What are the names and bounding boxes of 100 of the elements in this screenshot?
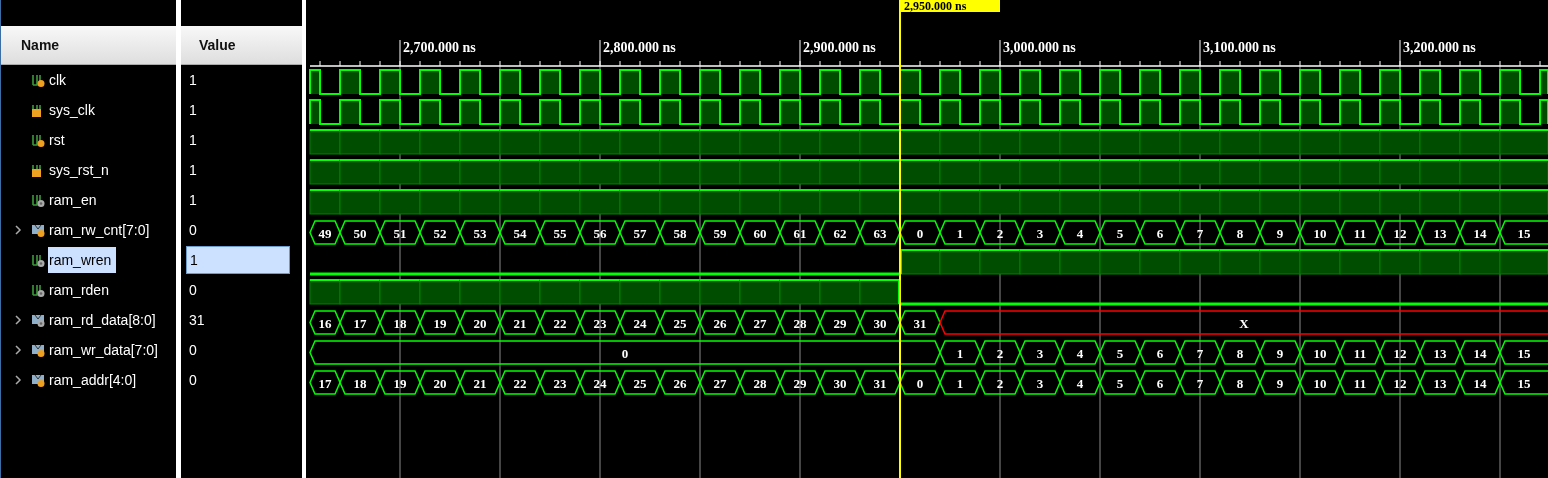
bus-segment	[1019, 340, 1061, 365]
signal-name[interactable]: clk	[48, 67, 72, 93]
bus-value: 1	[956, 225, 964, 241]
signal-value[interactable]: 1	[186, 156, 290, 184]
bus-segment	[459, 220, 501, 245]
bus-value: 18	[393, 315, 407, 331]
bus-segment	[1179, 220, 1221, 245]
time-label: 3,200.000 ns	[1403, 40, 1476, 55]
bus-value: 21	[513, 315, 527, 331]
bus-segment	[699, 310, 741, 335]
bus-value: 30	[833, 375, 847, 391]
signal-value[interactable]: 31	[186, 306, 290, 334]
bus-value: 9	[1276, 375, 1284, 391]
bus-segment	[659, 370, 701, 395]
signal-name[interactable]: ram_addr[4:0]	[48, 367, 142, 393]
bus-segment	[1299, 340, 1341, 365]
bus-segment	[539, 310, 581, 335]
signal-icon	[31, 193, 45, 207]
signal-value[interactable]: 0	[186, 216, 290, 244]
signal-value[interactable]: 0	[186, 276, 290, 304]
bus-value: 22	[553, 315, 567, 331]
bus-value: 0	[916, 225, 924, 241]
signal-name[interactable]: ram_rden	[48, 277, 114, 303]
bus-segment	[859, 220, 901, 245]
bus-segment	[1339, 370, 1381, 395]
bus-segment	[1299, 370, 1341, 395]
signal-name[interactable]: ram_wren	[48, 247, 117, 273]
bus-segment	[419, 370, 461, 395]
bus-segment	[1219, 340, 1261, 365]
bus-segment	[939, 370, 981, 395]
bus-segment	[1019, 220, 1061, 245]
bus-segment	[309, 340, 341, 365]
bus-segment	[459, 310, 501, 335]
bus-segment	[739, 370, 781, 395]
bus-segment	[619, 370, 661, 395]
bus-value: 6	[1156, 345, 1164, 361]
bus-value: 53	[473, 225, 487, 241]
bus-segment	[939, 220, 981, 245]
signal-value[interactable]: 0	[186, 336, 290, 364]
bus-value: 11	[1353, 375, 1367, 391]
signal-value[interactable]: 0	[186, 366, 290, 394]
bus-segment	[1499, 340, 1548, 365]
bus-segment	[1179, 370, 1221, 395]
bus-segment	[579, 220, 621, 245]
bus-value: 57	[633, 225, 647, 241]
signal-name[interactable]: sys_rst_n	[48, 157, 114, 183]
signal-name[interactable]: ram_rd_data[8:0]	[48, 307, 161, 333]
bus-signal-icon	[31, 223, 45, 237]
bus-segment	[819, 370, 861, 395]
signal-name[interactable]: ram_wr_data[7:0]	[48, 337, 163, 363]
bus-value: 4	[1076, 345, 1084, 361]
bus-value: 51	[393, 225, 407, 241]
column-header[interactable]: Value	[181, 26, 302, 65]
bus-segment	[739, 220, 781, 245]
signal-icon	[31, 73, 45, 87]
signal-value[interactable]: 1	[186, 96, 290, 124]
bus-value: 7	[1196, 375, 1204, 391]
bus-value: 8	[1236, 225, 1244, 241]
signal-value[interactable]: 1	[186, 246, 290, 274]
signal-name[interactable]: ram_en	[48, 187, 102, 213]
bus-value: 10	[1313, 225, 1327, 241]
bus-segment	[309, 310, 341, 335]
signal-value[interactable]: 1	[186, 186, 290, 214]
bus-segment	[419, 220, 461, 245]
bus-segment	[979, 340, 1021, 365]
bus-value: 8	[1236, 345, 1244, 361]
bus-segment	[859, 370, 901, 395]
bus-value: 59	[713, 225, 727, 241]
bus-value: 3	[1036, 225, 1044, 241]
bus-value: 17	[353, 315, 367, 331]
bus-value: 27	[753, 315, 767, 331]
bus-value: 13	[1433, 225, 1447, 241]
signal-value[interactable]: 1	[186, 126, 290, 154]
bus-segment	[1099, 340, 1141, 365]
bus-segment	[1259, 220, 1301, 245]
bus-segment	[1259, 340, 1301, 365]
bus-segment	[1219, 220, 1261, 245]
bus-value: 5	[1116, 225, 1124, 241]
signal-name[interactable]: sys_clk	[48, 97, 100, 123]
bus-segment	[539, 370, 581, 395]
signal-value[interactable]: 1	[186, 66, 290, 94]
bus-value: 28	[793, 315, 807, 331]
signal-name[interactable]: ram_rw_cnt[7:0]	[48, 217, 155, 243]
bus-value: 6	[1156, 225, 1164, 241]
column-header[interactable]: Name	[1, 26, 176, 65]
bus-value: 14	[1473, 225, 1487, 241]
bus-segment	[1299, 220, 1341, 245]
signal-icon	[31, 253, 45, 267]
bus-value: 62	[833, 225, 847, 241]
bus-value: 56	[593, 225, 607, 241]
bus-segment	[1339, 220, 1381, 245]
bus-value: 15	[1517, 345, 1531, 361]
bus-signal-icon	[31, 343, 45, 357]
signal-name[interactable]: rst	[48, 127, 70, 153]
bus-value: 15	[1517, 375, 1531, 391]
bus-value: 25	[673, 315, 687, 331]
bus-value: 29	[793, 375, 807, 391]
bus-value: 13	[1433, 375, 1447, 391]
bus-value: 31	[873, 375, 887, 391]
bus-value: 1	[956, 345, 964, 361]
